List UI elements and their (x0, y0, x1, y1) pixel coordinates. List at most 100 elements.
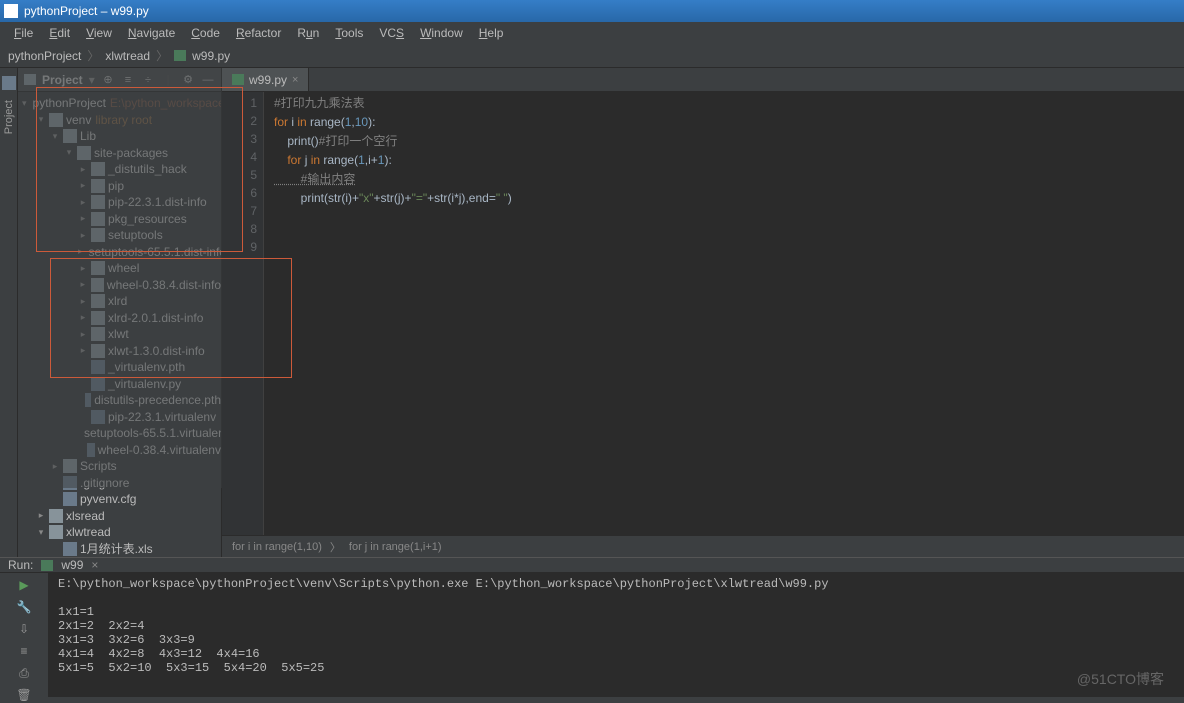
menu-help[interactable]: Help (471, 26, 512, 40)
tree-row[interactable]: ▾ Lib (18, 128, 221, 145)
editor-tab[interactable]: w99.py × (222, 68, 309, 91)
tree-arrow-icon[interactable]: ▾ (36, 527, 46, 538)
tree-row[interactable]: ▾ site-packages (18, 145, 221, 162)
tree-arrow-icon[interactable]: ▸ (78, 329, 88, 340)
breadcrumb-item[interactable]: pythonProject (8, 49, 81, 63)
layout-icon[interactable]: ≡ (16, 643, 32, 659)
chevron-right-icon: 〉 (156, 47, 168, 64)
code-editor[interactable]: #打印九九乘法表 for i in range(1,10): print()#打… (264, 92, 1184, 535)
line-number: 9 (222, 238, 257, 256)
close-icon[interactable]: × (292, 74, 298, 86)
tree-row[interactable]: wheel-0.38.4.virtualenv (18, 442, 221, 459)
wrench-icon[interactable]: 🔧 (16, 599, 32, 615)
tree-arrow-icon[interactable]: ▸ (78, 263, 88, 274)
tree-row[interactable]: distutils-precedence.pth (18, 392, 221, 409)
tree-row[interactable]: ▸ Scripts (18, 458, 221, 475)
rerun-icon[interactable]: ▶ (16, 577, 32, 593)
tree-row[interactable]: 1月统计表.xls (18, 541, 221, 558)
line-gutter: 123456789 (222, 92, 264, 535)
folder-icon (63, 476, 77, 490)
tree-arrow-icon[interactable]: ▸ (36, 510, 46, 521)
tree-arrow-icon[interactable]: ▸ (78, 180, 88, 191)
menu-file[interactable]: FFileile (6, 26, 41, 40)
tree-row[interactable]: .gitignore (18, 475, 221, 492)
tree-arrow-icon[interactable]: ▾ (36, 114, 46, 125)
print-icon[interactable]: ⎙ (16, 665, 32, 681)
menu-edit[interactable]: Edit (41, 26, 78, 40)
tree-arrow-icon[interactable]: ▸ (78, 164, 88, 175)
run-output[interactable]: E:\python_workspace\pythonProject\venv\S… (48, 573, 1184, 703)
tree-row[interactable]: ▸ xlrd (18, 293, 221, 310)
tree-arrow-icon[interactable]: ▾ (22, 98, 27, 109)
tree-row[interactable]: pip-22.3.1.virtualenv (18, 409, 221, 426)
tree-row[interactable]: ▸ pip-22.3.1.dist-info (18, 194, 221, 211)
tree-row[interactable]: ▸ setuptools-65.5.1.dist-info (18, 244, 221, 261)
menu-navigate[interactable]: Navigate (120, 26, 183, 40)
down-icon[interactable]: ⇩ (16, 621, 32, 637)
gear-icon[interactable]: ⚙ (181, 73, 195, 87)
project-tool-icon[interactable] (2, 76, 16, 90)
tree-arrow-icon[interactable]: ▸ (78, 230, 88, 241)
tree-row[interactable]: ▸ xlwt-1.3.0.dist-info (18, 343, 221, 360)
tree-row[interactable]: ▾ xlwtread (18, 524, 221, 541)
tree-row[interactable]: setuptools-65.5.1.virtualenv (18, 425, 221, 442)
close-icon[interactable]: × (91, 558, 98, 572)
folder-icon (91, 311, 105, 325)
tree-arrow-icon[interactable]: ▾ (50, 131, 60, 142)
tree-arrow-icon[interactable]: ▸ (78, 213, 88, 224)
tree-arrow-icon[interactable]: ▸ (78, 279, 88, 290)
tree-row[interactable]: _virtualenv.py (18, 376, 221, 393)
chevron-down-icon[interactable]: ▾ (89, 73, 95, 87)
tree-label: xlwt-1.3.0.dist-info (108, 344, 205, 358)
tree-label: Lib (80, 129, 96, 143)
tree-row[interactable]: ▸ wheel (18, 260, 221, 277)
tree-row[interactable]: ▸ xlwt (18, 326, 221, 343)
menu-tools[interactable]: Tools (327, 26, 371, 40)
run-config-name[interactable]: w99 (61, 558, 83, 572)
tree-note: library root (95, 113, 152, 127)
tree-row[interactable]: ▾ pythonProject E:\python_workspace (18, 95, 221, 112)
menu-window[interactable]: Window (412, 26, 471, 40)
tree-arrow-icon[interactable]: ▸ (78, 345, 88, 356)
menu-refactor[interactable]: Refactor (228, 26, 289, 40)
hide-icon[interactable]: — (201, 73, 215, 87)
target-icon[interactable]: ⊕ (101, 73, 115, 87)
editor-breadcrumb-item[interactable]: for j in range(1,i+1) (349, 541, 442, 553)
tree-row[interactable]: pyvenv.cfg (18, 491, 221, 508)
project-tool-label[interactable]: Project (3, 100, 15, 134)
tree-row[interactable]: ▸ xlrd-2.0.1.dist-info (18, 310, 221, 327)
tree-row[interactable]: ▸ pip (18, 178, 221, 195)
run-toolbar: ▶ 🔧 ⇩ ≡ ⎙ 🗑 (0, 573, 48, 703)
tree-row[interactable]: ▸ xlsread (18, 508, 221, 525)
tree-row[interactable]: ▸ _distutils_hack (18, 161, 221, 178)
tree-label: pkg_resources (108, 212, 187, 226)
tree-label: pythonProject (33, 96, 106, 110)
folder-icon (49, 509, 63, 523)
folder-icon (91, 327, 105, 341)
tree-label: 1月统计表.xls (80, 540, 153, 557)
breadcrumb-item[interactable]: xlwtread (105, 49, 150, 63)
menu-code[interactable]: Code (183, 26, 228, 40)
tree-arrow-icon[interactable]: ▸ (78, 296, 88, 307)
tree-row[interactable]: ▸ pkg_resources (18, 211, 221, 228)
expand-all-icon[interactable]: ≡ (121, 73, 135, 87)
project-tree[interactable]: ▾ pythonProject E:\python_workspace ▾ ve… (18, 92, 221, 557)
editor-breadcrumb-item[interactable]: for i in range(1,10) (232, 541, 322, 553)
tree-arrow-icon[interactable]: ▸ (50, 461, 60, 472)
tree-row[interactable]: ▸ setuptools (18, 227, 221, 244)
tree-arrow-icon[interactable]: ▸ (78, 312, 88, 323)
collapse-all-icon[interactable]: ÷ (141, 73, 155, 87)
breadcrumb-item[interactable]: w99.py (192, 49, 230, 63)
tree-arrow-icon[interactable]: ▸ (78, 246, 83, 257)
menu-view[interactable]: View (78, 26, 120, 40)
tree-row[interactable]: _virtualenv.pth (18, 359, 221, 376)
tree-label: pip (108, 179, 124, 193)
menu-run[interactable]: Run (289, 26, 327, 40)
tree-arrow-icon[interactable]: ▾ (64, 147, 74, 158)
tree-label: Scripts (80, 459, 117, 473)
tree-row[interactable]: ▸ wheel-0.38.4.dist-info (18, 277, 221, 294)
menu-vcs[interactable]: VCS (371, 26, 412, 40)
tree-arrow-icon[interactable]: ▸ (78, 197, 88, 208)
tree-row[interactable]: ▾ venv library root (18, 112, 221, 129)
trash-icon[interactable]: 🗑 (16, 687, 32, 703)
